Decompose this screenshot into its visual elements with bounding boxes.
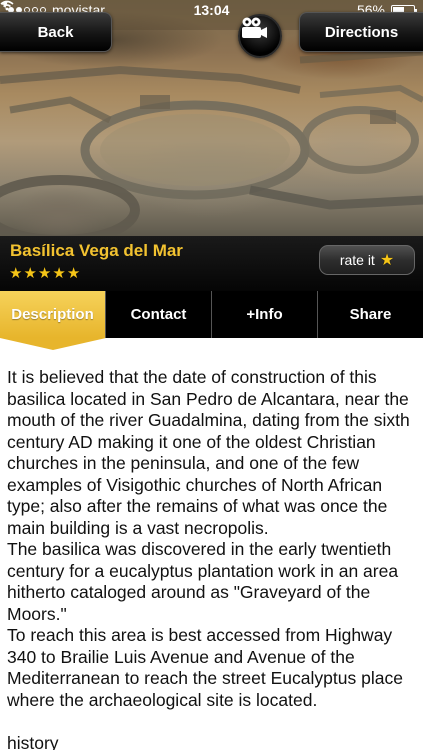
rating-star-icon: ★ [37,265,52,282]
rating-star-icon: ★ [23,265,37,282]
rating-stars: ★ ★ ★ ★ ★ [9,266,80,281]
video-button[interactable] [238,14,282,58]
place-title: Basílica Vega del Mar [10,241,183,260]
description-text: It is believed that the date of construc… [7,367,417,750]
tab-description[interactable]: Description [0,291,105,338]
history-label: history [7,732,59,750]
tab-share[interactable]: Share [317,291,423,338]
rating-star-icon: ★ [52,265,66,282]
place-header: Basílica Vega del Mar ★ ★ ★ ★ ★ rate it ★ [0,236,423,291]
active-tab-pointer [0,338,106,350]
tab-contact[interactable]: Contact [105,291,211,338]
description-paragraph: To reach this area is best accessed from… [7,625,403,710]
description-paragraph: The basilica was discovered in the early… [7,539,399,624]
place-photo: movistar 13:04 56% Back Directions [0,0,423,236]
back-button[interactable]: Back [0,12,112,52]
tab-bar: Description Contact +Info Share [0,291,423,338]
rate-it-label: rate it [339,252,375,268]
star-icon: ★ [379,251,395,269]
rating-star-icon: ★ [9,265,23,282]
rating-star-icon: ★ [66,265,81,282]
description-paragraph: It is believed that the date of construc… [7,367,410,538]
directions-button[interactable]: Directions [299,12,423,52]
tab-more-info[interactable]: +Info [211,291,317,338]
rate-it-button[interactable]: rate it ★ [319,245,415,275]
